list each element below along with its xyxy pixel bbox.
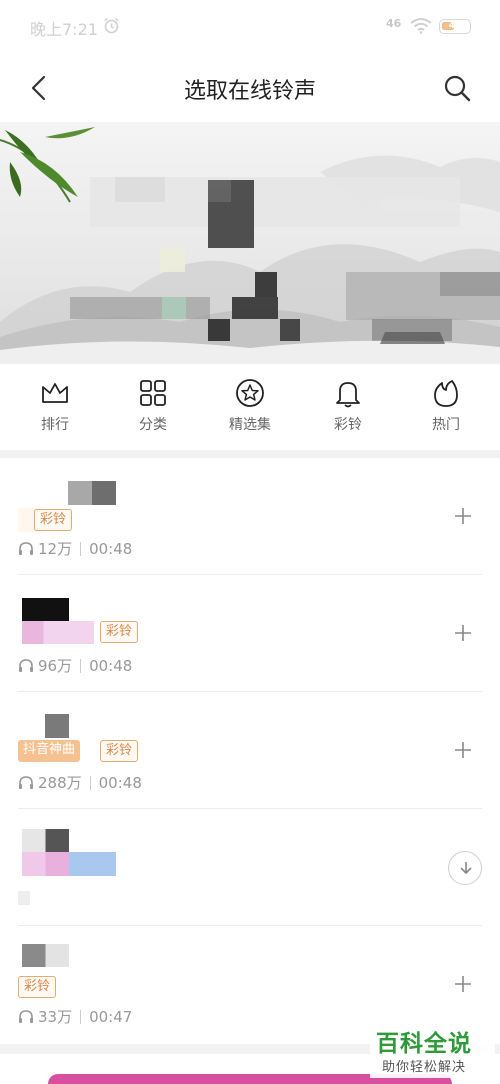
category-hot[interactable]: 热门: [406, 378, 486, 434]
song-title-mosaic: [22, 944, 69, 967]
ringtone-row[interactable]: 彩铃 12万 00:48: [0, 458, 500, 575]
play-count: 96万: [38, 657, 73, 675]
signal-indicator: 46: [386, 17, 402, 30]
section-divider: [0, 450, 500, 458]
duration: 00:48: [98, 773, 142, 792]
duration: 00:48: [89, 656, 133, 675]
tag-cailing: 彩铃: [18, 976, 57, 998]
headphones-icon: [19, 659, 33, 672]
song-title-mosaic: [22, 829, 69, 852]
category-label: 彩铃: [334, 417, 362, 433]
headphones-icon: [19, 542, 33, 555]
tag-cailing: 彩铃: [100, 621, 139, 643]
download-button[interactable]: [448, 851, 482, 885]
category-label: 精选集: [229, 417, 271, 433]
tag-douyin: 抖音神曲: [18, 740, 81, 762]
alarm-icon: [104, 17, 119, 34]
status-bar: 晚上7:21 46 45: [0, 0, 500, 54]
ringtone-row[interactable]: 彩铃 96万 00:48: [0, 575, 500, 692]
crown-icon: [42, 383, 68, 403]
tag-mosaic: [22, 621, 94, 644]
category-cailing[interactable]: 彩铃: [308, 378, 388, 434]
star-circle-icon: [236, 379, 264, 407]
play-count: 33万: [38, 1008, 73, 1026]
add-button[interactable]: [452, 739, 474, 761]
add-button[interactable]: [452, 505, 474, 527]
song-title-mosaic: [22, 598, 69, 621]
title-bar: 选取在线铃声: [0, 54, 500, 120]
download-arrow-icon: [460, 862, 472, 874]
status-time: 晚上7:21: [30, 20, 98, 39]
watermark-title: 百科全说: [376, 1031, 472, 1057]
promo-banner[interactable]: [0, 122, 500, 364]
tag-mosaic: [22, 852, 116, 876]
ringtone-row[interactable]: [0, 809, 500, 926]
search-icon[interactable]: [442, 73, 472, 103]
category-nav: 排行 分类 精选集 彩铃 热门: [0, 364, 500, 450]
battery-level: 45: [448, 21, 462, 31]
ringtone-meta: 12万 00:48: [18, 538, 132, 559]
song-title-mosaic: [68, 481, 116, 505]
bell-icon: [336, 382, 360, 408]
category-featured[interactable]: 精选集: [210, 378, 290, 434]
tag-cailing: 彩铃: [34, 509, 73, 531]
wifi-icon: [410, 18, 432, 34]
meta-separator: [80, 658, 82, 673]
category-ranking[interactable]: 排行: [15, 378, 95, 434]
page-title: 选取在线铃声: [183, 79, 316, 104]
add-button[interactable]: [452, 622, 474, 644]
grid-icon: [140, 380, 166, 406]
category-classify[interactable]: 分类: [113, 378, 193, 434]
flame-icon: [434, 380, 458, 407]
song-title-mosaic: [45, 714, 69, 738]
ringtone-meta: 288万 00:48: [18, 772, 142, 793]
meta-separator: [89, 775, 91, 790]
meta-separator: [80, 1009, 82, 1024]
category-label: 排行: [41, 417, 69, 433]
ringtone-row[interactable]: 抖音神曲 彩铃 288万 00:48: [0, 692, 500, 809]
headphones-icon: [19, 776, 33, 789]
duration: 00:48: [89, 539, 133, 558]
banner-artwork: [0, 127, 500, 364]
ringtone-meta: 96万 00:48: [18, 655, 132, 676]
watermark-subtitle: 助你轻松解决: [382, 1060, 467, 1075]
ringtone-meta: 33万 00:47: [18, 1006, 132, 1027]
duration: 00:47: [89, 1007, 133, 1026]
meta-mosaic: [18, 891, 30, 905]
battery-indicator: 45: [439, 19, 471, 34]
headphones-icon: [19, 1010, 33, 1023]
category-label: 分类: [139, 417, 167, 433]
watermark-logo: 百科全说 助你轻松解决: [370, 1022, 495, 1078]
play-count: 12万: [38, 540, 73, 558]
category-label: 热门: [432, 417, 460, 433]
meta-separator: [80, 541, 82, 556]
tag-cailing: 彩铃: [100, 740, 139, 762]
play-count: 288万: [38, 774, 82, 792]
add-button[interactable]: [452, 973, 474, 995]
